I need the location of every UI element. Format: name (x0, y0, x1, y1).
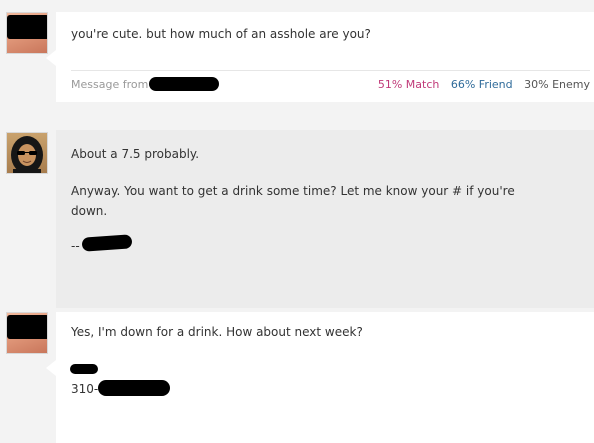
sender-avatar[interactable] (6, 312, 48, 354)
phone-prefix: 310- (71, 382, 99, 396)
message-text: you're cute. but how much of an asshole … (71, 27, 371, 41)
enemy-percentage[interactable]: 30% Enemy (524, 78, 590, 91)
message-bubble: Yes, I'm down for a drink. How about nex… (56, 312, 594, 443)
compatibility-stats: 51% Match 66% Friend 30% Enemy (370, 78, 590, 91)
signature: -- (71, 236, 582, 256)
message-text-line: About a 7.5 probably. (71, 147, 200, 161)
redaction (7, 315, 47, 339)
redaction (98, 380, 170, 396)
message-text-line: Yes, I'm down for a drink. How about nex… (71, 325, 363, 339)
message-bubble: About a 7.5 probably. Anyway. You want t… (56, 130, 594, 308)
message-bubble: you're cute. but how much of an asshole … (56, 12, 594, 102)
message-from-label: Message from (71, 78, 149, 91)
message-text-line: Anyway. You want to get a drink some tim… (71, 184, 515, 218)
friend-percentage[interactable]: 66% Friend (451, 78, 513, 91)
match-percentage[interactable]: 51% Match (378, 78, 440, 91)
message-meta: Message from 51% Match 66% Friend 30% En… (71, 70, 590, 95)
redaction (70, 364, 98, 374)
signature-prefix: -- (71, 239, 80, 253)
bubble-pointer (46, 50, 56, 66)
redaction (149, 77, 219, 91)
redaction (7, 15, 47, 39)
sender-avatar[interactable] (6, 132, 48, 174)
avatar-portrait-icon (11, 136, 43, 173)
sender-avatar[interactable] (6, 12, 48, 54)
bubble-pointer (46, 360, 56, 376)
